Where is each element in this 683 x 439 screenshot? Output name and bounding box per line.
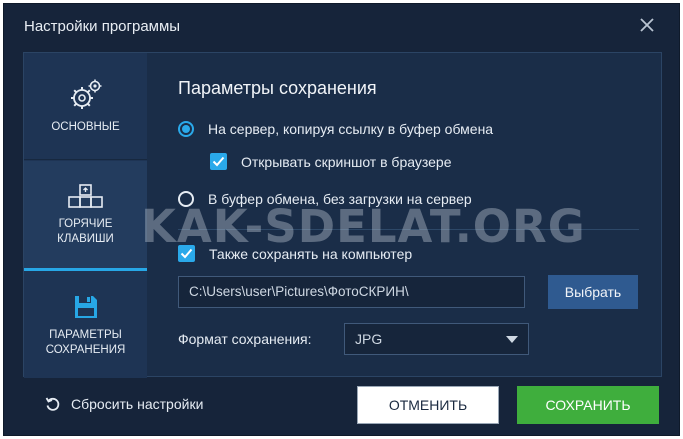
check-browser-label: Открывать скриншот в браузере (241, 153, 452, 170)
sidebar-item-save-params[interactable]: ПАРАМЕТРЫ СОХРАНЕНИЯ (24, 274, 147, 378)
gears-icon (70, 79, 101, 109)
sidebar-item-label: ПАРАМЕТРЫ СОХРАНЕНИЯ (45, 329, 126, 356)
reset-icon (45, 397, 60, 411)
settings-panel: ОСНОВНЫЕ ГОРЯЧИЕ КЛАВИШИ ПАРАМЕТРЫ СОХРА… (23, 52, 662, 378)
checkmark-icon (180, 248, 193, 259)
cancel-button[interactable]: ОТМЕНИТЬ (357, 386, 499, 424)
window-title: Настройки программы (24, 18, 181, 35)
format-label: Формат сохранения: (178, 331, 312, 347)
chevron-down-icon (506, 336, 518, 343)
divider (178, 229, 639, 230)
reset-settings-button[interactable]: Сбросить настройки (45, 396, 203, 412)
browse-button[interactable]: Выбрать (548, 275, 638, 309)
check-save-local-label: Также сохранять на компьютер (209, 245, 413, 262)
check-browser-option[interactable]: Открывать скриншот в браузере (210, 153, 452, 170)
radio-clipboard-label: В буфер обмена, без загрузки на сервер (208, 191, 472, 207)
sidebar-item-general[interactable]: ОСНОВНЫЕ (24, 53, 147, 160)
save-button[interactable]: СОХРАНИТЬ (517, 386, 659, 424)
checkmark-icon (212, 156, 225, 167)
radio-clipboard-option[interactable]: В буфер обмена, без загрузки на сервер (178, 191, 472, 207)
settings-window: Настройки программы ОСНОВНЫЕ ГОРЯЧИЕ КЛА… (3, 3, 680, 436)
radio-clipboard[interactable] (178, 191, 194, 207)
checkbox-browser[interactable] (210, 153, 227, 170)
reset-settings-label: Сбросить настройки (71, 396, 204, 412)
sidebar-item-hotkeys[interactable]: ГОРЯЧИЕ КЛАВИШИ (24, 161, 147, 271)
content-area: Параметры сохранения На сервер, копируя … (147, 53, 661, 376)
floppy-disk-icon (74, 296, 97, 318)
radio-server-label: На сервер, копируя ссылку в буфер обмена (208, 121, 494, 137)
sidebar: ОСНОВНЫЕ ГОРЯЧИЕ КЛАВИШИ ПАРАМЕТРЫ СОХРА… (24, 53, 147, 378)
save-path-input[interactable]: C:\Users\user\Pictures\ФотоСКРИН\ (178, 276, 525, 308)
sidebar-item-label: ГОРЯЧИЕ КЛАВИШИ (57, 217, 114, 245)
close-icon (640, 18, 654, 32)
radio-server-option[interactable]: На сервер, копируя ссылку в буфер обмена (178, 121, 493, 137)
checkbox-save-local[interactable] (178, 245, 195, 262)
check-save-local-option[interactable]: Также сохранять на компьютер (178, 245, 412, 262)
section-heading: Параметры сохранения (178, 78, 377, 98)
sidebar-item-label: ОСНОВНЫЕ (51, 120, 120, 133)
keyboard-keys-icon (67, 183, 103, 208)
format-value: JPG (355, 331, 383, 347)
close-button[interactable] (637, 15, 657, 35)
radio-server[interactable] (178, 121, 194, 137)
format-select[interactable]: JPG (344, 323, 529, 355)
